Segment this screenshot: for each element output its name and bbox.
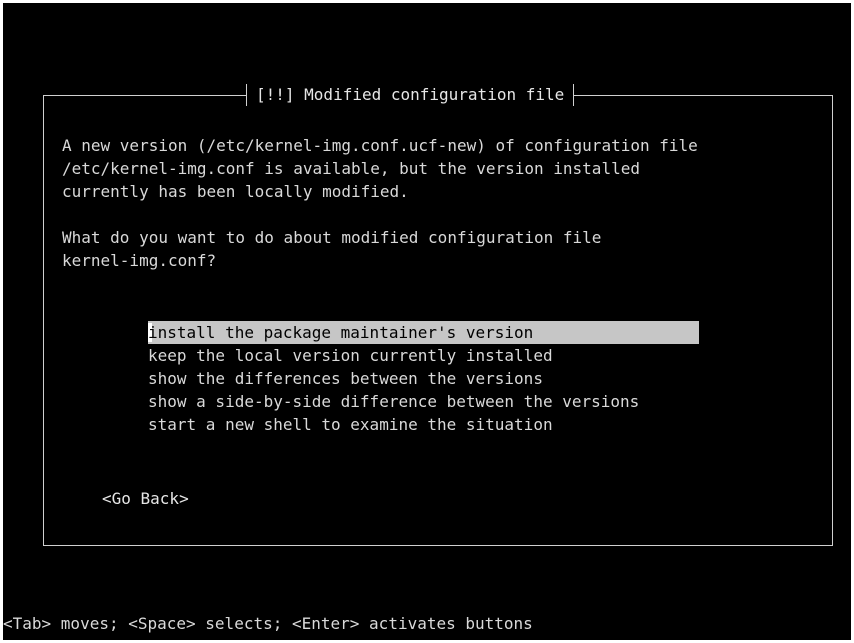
option-start-shell[interactable]: start a new shell to examine the situati… — [148, 413, 699, 436]
question-line-2: kernel-img.conf? — [62, 251, 217, 270]
key-help-status-bar: <Tab> moves; <Space> selects; <Enter> ac… — [3, 614, 533, 633]
go-back-button[interactable]: <Go Back> — [102, 487, 189, 510]
message-line-3: currently has been locally modified. — [62, 182, 409, 201]
message-line-1: A new version (/etc/kernel-img.conf.ucf-… — [62, 136, 698, 155]
options-menu: install the package maintainer's version… — [148, 321, 699, 436]
terminal-window: [!!] Modified configuration file A new v… — [3, 3, 851, 640]
config-file-dialog: [!!] Modified configuration file A new v… — [43, 83, 833, 546]
message-line-2: /etc/kernel-img.conf is available, but t… — [62, 159, 640, 178]
option-keep-local-version[interactable]: keep the local version currently install… — [148, 344, 699, 367]
dialog-title: [!!] Modified configuration file — [246, 83, 575, 107]
option-show-differences[interactable]: show the differences between the version… — [148, 367, 699, 390]
option-install-maintainer-version[interactable]: install the package maintainer's version — [148, 321, 699, 344]
question-line-1: What do you want to do about modified co… — [62, 228, 602, 247]
option-label: install the package maintainer's version — [148, 323, 534, 342]
option-side-by-side-difference[interactable]: show a side-by-side difference between t… — [148, 390, 699, 413]
